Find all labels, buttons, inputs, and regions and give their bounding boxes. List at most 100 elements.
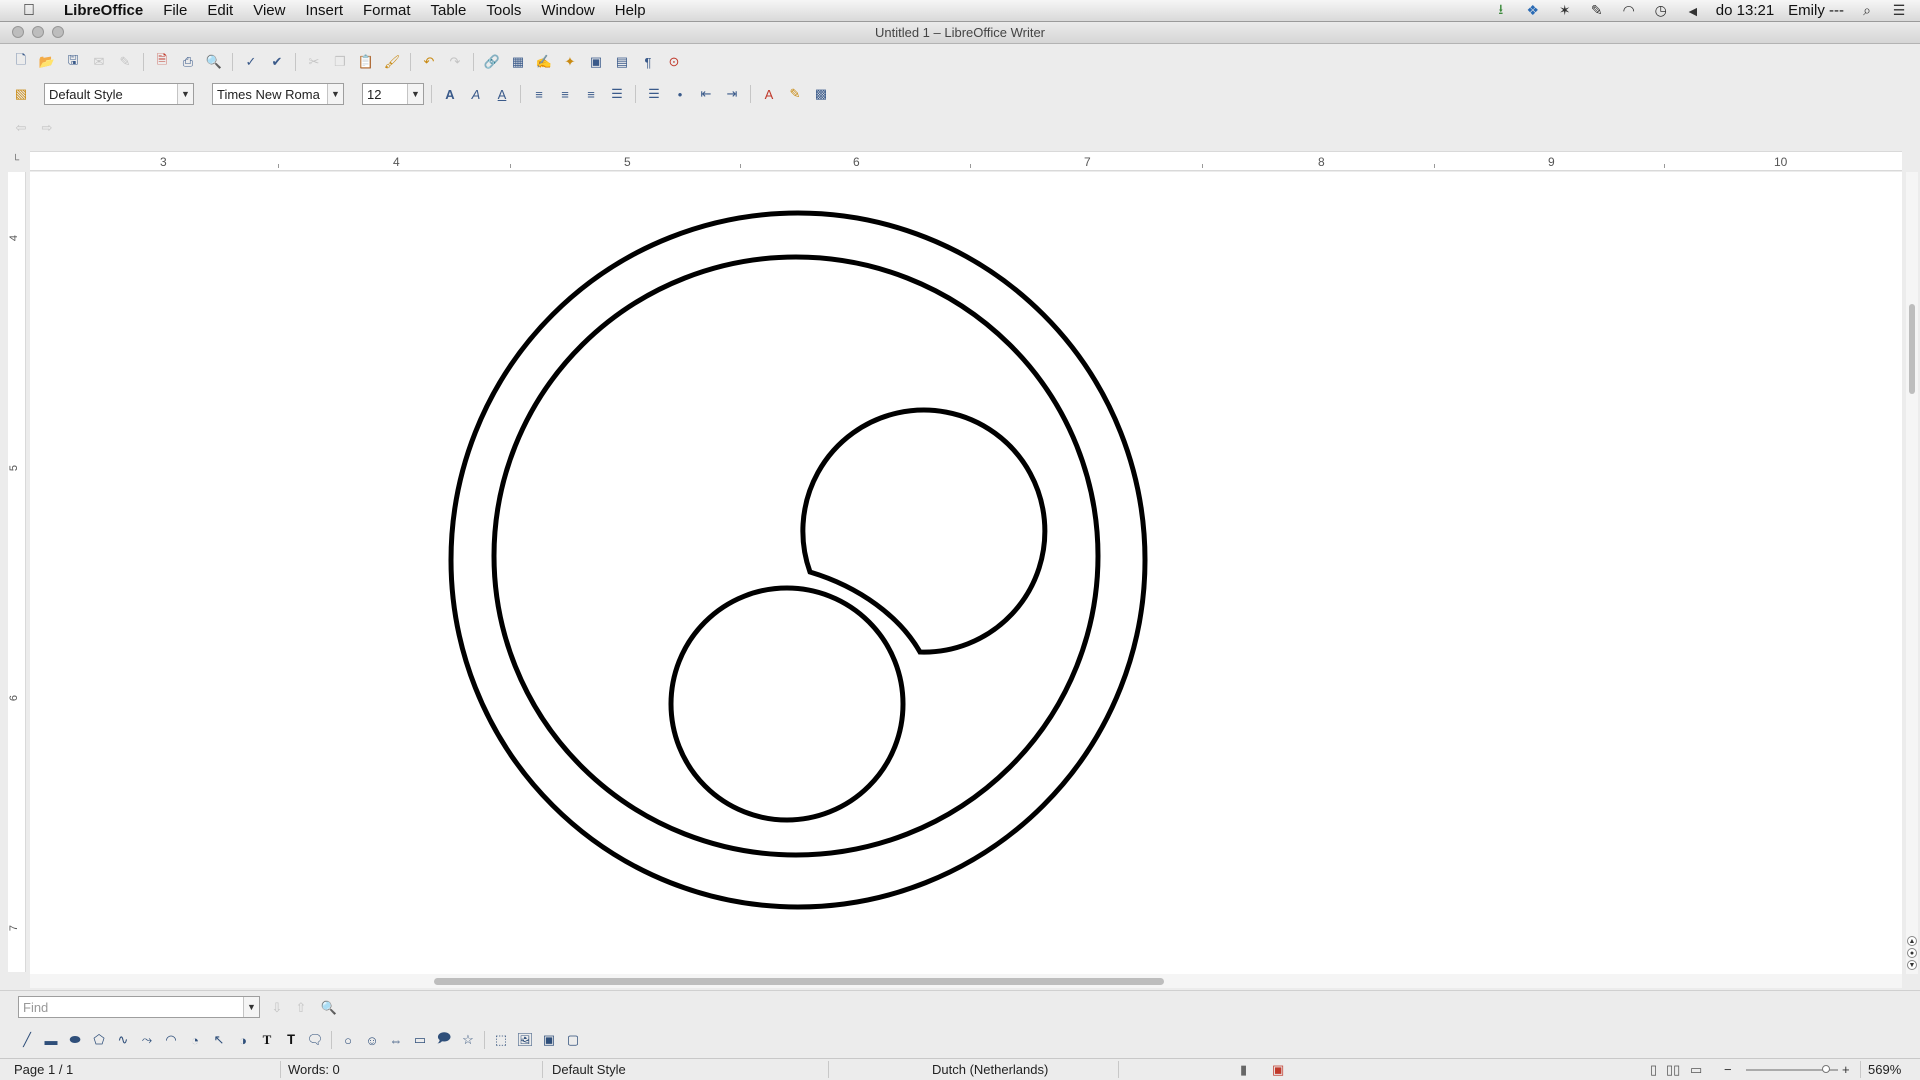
bullets-icon[interactable]: • [669, 83, 691, 105]
minimize-window-button[interactable] [32, 26, 44, 38]
ellipse-pie-icon[interactable]: ◔ [184, 1029, 206, 1051]
email-icon[interactable]: ✉ [88, 51, 110, 73]
show-draw-functions-icon[interactable]: ✍ [533, 51, 555, 73]
font-color-icon[interactable]: A [758, 83, 780, 105]
page-count[interactable]: Page 1 / 1 [14, 1062, 73, 1077]
font-size-select[interactable]: 12 ▼ [362, 83, 424, 105]
chevron-down-icon[interactable]: ▼ [327, 84, 343, 104]
extrusion-icon[interactable]: ▢ [562, 1029, 584, 1051]
stars-icon[interactable]: ☆ [457, 1029, 479, 1051]
freeform-line-icon[interactable]: ⤳ [136, 1029, 158, 1051]
horizontal-scrollbar[interactable] [30, 974, 1902, 988]
save-icon[interactable]: 🖫 [62, 51, 84, 73]
decrease-indent-icon[interactable]: ⇤ [695, 83, 717, 105]
back-arrow-icon[interactable]: ⇦ [10, 117, 32, 139]
dropbox-icon[interactable]: ❖ [1524, 2, 1542, 19]
multi-page-view-icon[interactable]: ▯▯ [1666, 1062, 1680, 1078]
underline-icon[interactable]: A [491, 83, 513, 105]
forward-arrow-icon[interactable]: ⇨ [36, 117, 58, 139]
download-icon[interactable]: ⭳ [1492, 1, 1510, 19]
inner-circle-shape[interactable] [491, 254, 1101, 858]
menu-help[interactable]: Help [605, 0, 656, 22]
select-arrow-icon[interactable]: ↖ [208, 1029, 230, 1051]
menu-insert[interactable]: Insert [295, 0, 353, 22]
font-name-select[interactable]: Times New Roma ▼ [212, 83, 344, 105]
help-icon[interactable]: ⊙ [663, 51, 685, 73]
align-right-icon[interactable]: ≡ [580, 83, 602, 105]
zoom-level[interactable]: 569% [1868, 1062, 1901, 1077]
circle-segment-icon[interactable]: ◑ [232, 1029, 254, 1051]
menu-window[interactable]: Window [531, 0, 604, 22]
chevron-down-icon[interactable]: ▼ [243, 997, 259, 1017]
paragraph-style-select[interactable]: Default Style ▼ [44, 83, 194, 105]
insert-mode-icon[interactable]: ▮ [1240, 1062, 1247, 1078]
menubar-clock[interactable]: do 13:21 [1716, 2, 1774, 19]
chevron-down-icon[interactable]: ▼ [177, 84, 193, 104]
block-arrows-icon[interactable]: ⇔ [385, 1029, 407, 1051]
vertical-scrollbar[interactable]: ▲ ● ▼ [1906, 172, 1918, 974]
find-and-replace-icon[interactable]: 🔍 [318, 997, 340, 1019]
cut-icon[interactable]: ✂ [303, 51, 325, 73]
export-pdf-icon[interactable]: 🗎 [151, 51, 173, 73]
zoom-slider[interactable] [1746, 1065, 1838, 1073]
background-color-icon[interactable]: ▩ [810, 83, 832, 105]
tab-stop-type-icon[interactable]: └ [12, 155, 19, 166]
menu-file[interactable]: File [153, 0, 197, 22]
pen-icon[interactable]: ✎ [1588, 2, 1606, 19]
bluetooth-icon[interactable]: ✶ [1556, 2, 1574, 19]
single-page-view-icon[interactable]: ▯ [1650, 1062, 1657, 1078]
basic-shapes-icon[interactable]: ○ [337, 1029, 359, 1051]
menu-format[interactable]: Format [353, 0, 421, 22]
menu-view[interactable]: View [243, 0, 295, 22]
time-machine-icon[interactable]: ◷ [1652, 2, 1670, 19]
ellipse-tool-icon[interactable]: ⬬ [64, 1029, 86, 1051]
spellcheck-icon[interactable]: ✓ [240, 51, 262, 73]
table-icon[interactable]: ▦ [507, 51, 529, 73]
justify-icon[interactable]: ☰ [606, 83, 628, 105]
apple-icon[interactable]:  [18, 2, 40, 19]
rectangle-tool-icon[interactable]: ▬ [40, 1029, 62, 1051]
book-view-icon[interactable]: ▭ [1690, 1062, 1702, 1078]
highlighting-icon[interactable]: ✎ [784, 83, 806, 105]
volume-icon[interactable]: ◄ [1684, 3, 1702, 19]
find-input[interactable]: Find ▼ [18, 996, 260, 1018]
menubar-user[interactable]: Emily ‑‑‑ [1788, 2, 1844, 19]
close-window-button[interactable] [12, 26, 24, 38]
polygon-tool-icon[interactable]: ⬠ [88, 1029, 110, 1051]
arc-tool-icon[interactable]: ◠ [160, 1029, 182, 1051]
zoom-in-icon[interactable]: + [1842, 1062, 1850, 1077]
italic-icon[interactable]: A [465, 83, 487, 105]
navigator-icon[interactable]: ✦ [559, 51, 581, 73]
print-icon[interactable]: ⎙ [177, 51, 199, 73]
crescent-shape[interactable] [800, 407, 1048, 655]
open-folder-icon[interactable]: 📂 [36, 51, 58, 73]
align-left-icon[interactable]: ≡ [528, 83, 550, 105]
flowchart-icon[interactable]: ▭ [409, 1029, 431, 1051]
horizontal-ruler[interactable]: └ 3 4 5 6 7 8 9 10 [0, 148, 1920, 172]
clone-formatting-icon[interactable]: 🖌 [381, 51, 403, 73]
callouts-icon[interactable]: 🗩 [433, 1029, 455, 1051]
wifi-icon[interactable]: ◠ [1620, 2, 1638, 19]
align-center-icon[interactable]: ≡ [554, 83, 576, 105]
spotlight-search-icon[interactable]: ⌕ [1858, 2, 1876, 19]
zoom-out-icon[interactable]: − [1724, 1062, 1732, 1077]
page-style[interactable]: Default Style [552, 1062, 626, 1077]
find-previous-icon[interactable]: ⇩ [266, 997, 288, 1019]
menu-tools[interactable]: Tools [476, 0, 531, 22]
line-tool-icon[interactable]: ╱ [16, 1029, 38, 1051]
bold-icon[interactable]: A [439, 83, 461, 105]
symbol-shapes-icon[interactable]: ☺ [361, 1029, 383, 1051]
previous-page-icon[interactable]: ▲ [1907, 936, 1917, 946]
numbering-icon[interactable]: ☰ [643, 83, 665, 105]
gallery-icon[interactable]: ▣ [585, 51, 607, 73]
edit-file-icon[interactable]: ✎ [114, 51, 136, 73]
fontwork-gallery-icon[interactable]: 🖼 [514, 1029, 536, 1051]
curve-tool-icon[interactable]: ∿ [112, 1029, 134, 1051]
navigation-icon[interactable]: ● [1907, 948, 1917, 958]
small-circle-shape[interactable] [668, 585, 906, 823]
menu-edit[interactable]: Edit [197, 0, 243, 22]
redo-icon[interactable]: ↷ [444, 51, 466, 73]
undo-icon[interactable]: ↶ [418, 51, 440, 73]
hyperlink-icon[interactable]: 🔗 [481, 51, 503, 73]
drawing-shapes[interactable] [30, 172, 1902, 974]
